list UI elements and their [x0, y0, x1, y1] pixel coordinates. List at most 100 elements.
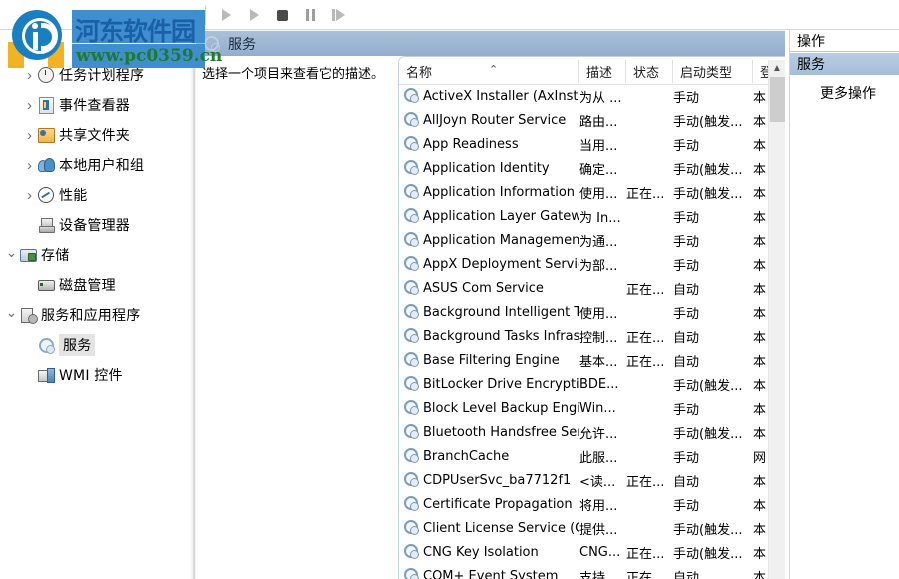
actions-item-more-actions[interactable]: 更多操作 — [790, 82, 899, 104]
cell-status — [626, 108, 673, 132]
cell-startup: 自动 — [673, 564, 753, 579]
chevron-right-icon[interactable] — [22, 67, 37, 84]
table-row[interactable]: ASUS Com Service正在...自动本 — [399, 276, 785, 300]
actions-item-services[interactable]: 服务 — [790, 53, 899, 75]
cell-status — [626, 444, 673, 468]
resume-service-button[interactable] — [243, 5, 265, 25]
cell-desc — [579, 276, 626, 300]
tree-item-9[interactable]: 服务 — [0, 330, 190, 360]
chevron-right-icon[interactable] — [22, 187, 37, 204]
table-row[interactable]: AllJoyn Router Service路由...手动(触发...本 — [399, 108, 785, 132]
tree-item-10[interactable]: WMI 控件 — [0, 360, 190, 390]
play-icon — [250, 9, 259, 21]
tree-item-7[interactable]: 磁盘管理 — [0, 270, 190, 300]
table-row[interactable]: ActiveX Installer (AxInstSV)为从 ...手动本 — [399, 84, 785, 108]
tree-item-5[interactable]: 设备管理器 — [0, 210, 190, 240]
table-row[interactable]: Base Filtering Engine基本...正在...自动本 — [399, 348, 785, 372]
column-header-desc[interactable]: 描述 — [579, 60, 626, 83]
actions-panel-header: 操作 — [790, 30, 899, 52]
cell-startup: 手动 — [673, 252, 753, 276]
restart-service-button[interactable] — [327, 5, 349, 25]
cell-startup: 手动(触发... — [673, 180, 753, 204]
table-row[interactable]: Application Identity确定...手动(触发...本 — [399, 156, 785, 180]
cell-startup: 手动 — [673, 492, 753, 516]
tree-item-0[interactable]: 任务计划程序 — [0, 60, 190, 90]
table-row[interactable]: App Readiness当用...手动本 — [399, 132, 785, 156]
table-row[interactable]: Application Management为通...手动本 — [399, 228, 785, 252]
table-row[interactable]: Background Intelligent T...使用...手动本 — [399, 300, 785, 324]
perf-icon — [37, 186, 55, 204]
chevron-right-icon[interactable] — [22, 97, 37, 114]
chevron-right-icon[interactable] — [22, 157, 37, 174]
cell-status — [626, 300, 673, 324]
toolbar — [0, 0, 899, 30]
table-row[interactable]: Certificate Propagation将用...手动本 — [399, 492, 785, 516]
chevron-right-icon[interactable] — [22, 127, 37, 144]
tree-item-1[interactable]: 事件查看器 — [0, 90, 190, 120]
column-header-name[interactable]: 名称 ⌃ — [399, 60, 579, 83]
cell-name: Client License Service (Cli... — [399, 516, 579, 540]
service-detail-pane: 选择一个项目来查看它的描述。 — [196, 56, 392, 579]
tree-item-label: 本地用户和组 — [59, 155, 144, 175]
table-row[interactable]: Client License Service (Cli...提供...手动(触发… — [399, 516, 785, 540]
table-row[interactable]: CNG Key IsolationCNG...正在...手动(触发...本 — [399, 540, 785, 564]
chevron-down-icon[interactable] — [4, 247, 19, 264]
tree-item-label: 服务和应用程序 — [41, 305, 140, 325]
sort-ascending-icon: ⌃ — [489, 63, 498, 76]
cell-desc: 为从 ... — [579, 84, 626, 108]
cell-desc: 提供... — [579, 516, 626, 540]
chevron-down-icon[interactable] — [4, 307, 19, 324]
table-row[interactable]: COM+ Event System支持...正在...自动本 — [399, 564, 785, 579]
pause-icon — [306, 9, 315, 21]
event-icon — [37, 96, 55, 114]
table-row[interactable]: Bluetooth Handsfree Ser...允许...手动(触发...本 — [399, 420, 785, 444]
cell-name: Application Management — [399, 228, 579, 252]
column-header-label: 描述 — [586, 62, 612, 81]
tree-item-8[interactable]: 服务和应用程序 — [0, 300, 190, 330]
services-column-headers: 名称⌃描述状态启动类型登 — [399, 60, 785, 85]
cell-name: Certificate Propagation — [399, 492, 579, 516]
cell-startup: 手动 — [673, 444, 753, 468]
table-row[interactable]: Application Information使用...正在...手动(触发..… — [399, 180, 785, 204]
cell-status — [626, 156, 673, 180]
pause-service-button[interactable] — [299, 5, 321, 25]
column-header-startup[interactable]: 启动类型 — [673, 60, 753, 83]
scrollbar-thumb[interactable] — [770, 77, 785, 122]
table-row[interactable]: Background Tasks Infras...控制...正在...自动本 — [399, 324, 785, 348]
cell-name: Application Layer Gatewa... — [399, 204, 579, 228]
tree-item-6[interactable]: 存储 — [0, 240, 190, 270]
cell-name: Application Information — [399, 180, 579, 204]
start-service-button[interactable] — [215, 5, 237, 25]
table-row[interactable]: AppX Deployment Servic...为部...手动本 — [399, 252, 785, 276]
detail-placeholder-text: 选择一个项目来查看它的描述。 — [202, 66, 384, 84]
cell-name: BranchCache — [399, 444, 579, 468]
cell-startup: 手动 — [673, 84, 753, 108]
cell-status — [626, 372, 673, 396]
tree-item-label: 性能 — [59, 185, 87, 205]
cell-status — [626, 84, 673, 108]
column-header-status[interactable]: 状态 — [626, 60, 673, 83]
services-list[interactable]: ActiveX Installer (AxInstSV)为从 ...手动本All… — [399, 84, 785, 579]
tree-item-label: 设备管理器 — [59, 215, 130, 235]
table-row[interactable]: Block Level Backup Engi...Win...手动本 — [399, 396, 785, 420]
scroll-up-icon[interactable]: ▲ — [769, 60, 785, 77]
tree-item-label: 共享文件夹 — [59, 125, 130, 145]
cell-status — [626, 396, 673, 420]
cell-name: Block Level Backup Engi... — [399, 396, 579, 420]
table-row[interactable]: Application Layer Gatewa...为 In...手动本 — [399, 204, 785, 228]
stop-service-button[interactable] — [271, 5, 293, 25]
tree-item-4[interactable]: 性能 — [0, 180, 190, 210]
share-icon — [37, 126, 55, 144]
tree-item-label: 磁盘管理 — [59, 275, 116, 295]
cell-desc: 为 In... — [579, 204, 626, 228]
table-row[interactable]: BranchCache此服...手动网 — [399, 444, 785, 468]
table-row[interactable]: CDPUserSvc_ba7712f1<读...正在...自动本 — [399, 468, 785, 492]
cell-desc: 使用... — [579, 180, 626, 204]
tree-item-2[interactable]: 共享文件夹 — [0, 120, 190, 150]
cell-status: 正在... — [626, 276, 673, 300]
column-header-label: 名称 — [406, 62, 432, 81]
tree-item-3[interactable]: 本地用户和组 — [0, 150, 190, 180]
table-row[interactable]: BitLocker Drive Encryptio...BDE...手动(触发.… — [399, 372, 785, 396]
services-list-scrollbar[interactable]: ▲ — [768, 60, 785, 579]
svcapp-icon — [19, 306, 37, 324]
